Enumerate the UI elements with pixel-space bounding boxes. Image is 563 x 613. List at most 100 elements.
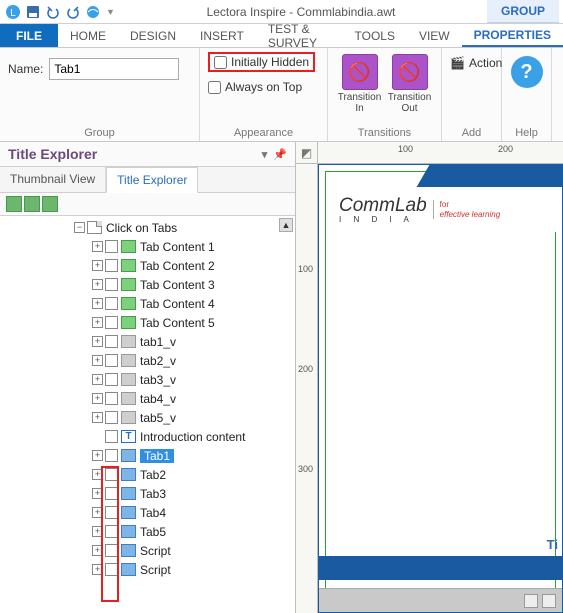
tab-insert[interactable]: INSERT xyxy=(188,24,256,47)
tree-item[interactable]: +Tab Content 2 xyxy=(2,256,295,275)
grpx-icon xyxy=(121,544,136,557)
transition-in-button[interactable]: 🚫 Transition In xyxy=(338,54,382,114)
transition-out-button[interactable]: 🚫 Transition Out xyxy=(388,54,432,114)
nav-prev-icon[interactable] xyxy=(524,594,538,608)
expand-icon[interactable]: + xyxy=(92,317,103,328)
collapse-icon[interactable]: − xyxy=(74,222,85,233)
pin-icon[interactable]: 📌 xyxy=(273,148,287,161)
tab-design[interactable]: DESIGN xyxy=(118,24,188,47)
always-on-top-checkbox[interactable] xyxy=(208,81,221,94)
page-canvas[interactable]: CommLab I N D I A for effective learning… xyxy=(318,164,563,613)
initially-hidden-checkbox[interactable] xyxy=(214,56,227,69)
tree-item[interactable]: TIntroduction content xyxy=(2,427,295,446)
add-section-label: Add xyxy=(450,125,493,139)
tree-page-node[interactable]: − Click on Tabs xyxy=(2,218,295,237)
tree-item[interactable]: +tab3_v xyxy=(2,370,295,389)
undo-icon[interactable] xyxy=(44,3,62,21)
name-input[interactable] xyxy=(49,58,179,80)
visibility-checkbox[interactable] xyxy=(105,525,118,538)
title-explorer-panel: Title Explorer ▾ 📌 Thumbnail View Title … xyxy=(0,142,296,613)
expand-icon[interactable]: + xyxy=(92,298,103,309)
expand-icon[interactable]: + xyxy=(92,374,103,385)
tree-item-label: tab2_v xyxy=(140,354,176,368)
logo-text: CommLab xyxy=(339,195,427,217)
tree-item[interactable]: + Tab Content 4 xyxy=(2,294,295,313)
expand-icon[interactable]: + xyxy=(92,393,103,404)
tree-view[interactable]: ▲ − Click on Tabs +Tab Content 1+Tab Con… xyxy=(0,215,295,613)
visibility-checkbox[interactable] xyxy=(105,544,118,557)
expand-icon[interactable]: + xyxy=(92,241,103,252)
expand-icon[interactable]: + xyxy=(92,545,103,556)
visibility-checkbox[interactable] xyxy=(105,506,118,519)
expand-icon[interactable]: + xyxy=(92,412,103,423)
expand-icon[interactable]: + xyxy=(92,336,103,347)
collapse-all-icon[interactable] xyxy=(24,196,40,212)
thumbnail-view-tab[interactable]: Thumbnail View xyxy=(0,167,106,193)
tree-item[interactable]: +Tab2 xyxy=(2,465,295,484)
scroll-up-icon[interactable]: ▲ xyxy=(279,218,293,232)
tab-view[interactable]: VIEW xyxy=(407,24,462,47)
transition-in-icon: 🚫 xyxy=(342,54,378,90)
visibility-checkbox[interactable] xyxy=(105,563,118,576)
visibility-checkbox[interactable] xyxy=(105,449,118,462)
tree-item[interactable]: +Script xyxy=(2,560,295,579)
tab-test-survey[interactable]: TEST & SURVEY xyxy=(256,24,343,47)
tab-tools[interactable]: TOOLS xyxy=(343,24,407,47)
tree-item-label: Tab Content 4 xyxy=(140,297,215,311)
tree-item[interactable]: +tab1_v xyxy=(2,332,295,351)
visibility-checkbox[interactable] xyxy=(105,487,118,500)
expand-icon[interactable]: + xyxy=(92,526,103,537)
redo-icon[interactable] xyxy=(64,3,82,21)
qat-dropdown-icon[interactable]: ▼ xyxy=(106,7,115,17)
save-icon[interactable] xyxy=(24,3,42,21)
visibility-checkbox[interactable] xyxy=(105,468,118,481)
expand-icon[interactable]: + xyxy=(92,260,103,271)
tree-item[interactable]: +Tab Content 3 xyxy=(2,275,295,294)
tree-item[interactable]: +Script xyxy=(2,541,295,560)
visibility-checkbox[interactable] xyxy=(105,430,118,443)
visibility-checkbox[interactable] xyxy=(105,373,118,386)
panel-menu-icon[interactable]: ▾ xyxy=(262,148,268,161)
expand-icon[interactable] xyxy=(92,431,103,442)
tree-item[interactable]: + tab5_v xyxy=(2,408,295,427)
visibility-checkbox[interactable] xyxy=(105,278,118,291)
tree-item[interactable]: +Tab Content 5 xyxy=(2,313,295,332)
visibility-checkbox[interactable] xyxy=(105,335,118,348)
tab-home[interactable]: HOME xyxy=(58,24,118,47)
expand-icon[interactable]: + xyxy=(92,507,103,518)
expand-icon[interactable]: + xyxy=(92,355,103,366)
expand-icon[interactable]: + xyxy=(92,469,103,480)
visibility-checkbox[interactable] xyxy=(105,297,118,310)
filter-icon[interactable] xyxy=(42,196,58,212)
tree-item[interactable]: + tab2_v xyxy=(2,351,295,370)
visibility-checkbox[interactable] xyxy=(105,392,118,405)
visibility-checkbox[interactable] xyxy=(105,354,118,367)
visibility-checkbox[interactable] xyxy=(105,240,118,253)
tree-item[interactable]: +Tab Content 1 xyxy=(2,237,295,256)
canvas[interactable]: ◩ 100 200 100 200 300 CommLab I N D I A … xyxy=(296,142,563,613)
visibility-checkbox[interactable] xyxy=(105,316,118,329)
expand-all-icon[interactable] xyxy=(6,196,22,212)
tab-properties[interactable]: PROPERTIES xyxy=(462,24,563,47)
action-button[interactable]: 🎬 Action xyxy=(450,56,493,70)
context-tab-group[interactable]: GROUP xyxy=(487,0,559,23)
visibility-checkbox[interactable] xyxy=(105,259,118,272)
expand-icon[interactable]: + xyxy=(92,450,103,461)
preview-icon[interactable] xyxy=(84,3,102,21)
visibility-checkbox[interactable] xyxy=(105,411,118,424)
expand-icon[interactable]: + xyxy=(92,488,103,499)
svg-text:L: L xyxy=(10,8,16,19)
expand-icon[interactable]: + xyxy=(92,564,103,575)
tree-item[interactable]: +tab4_v xyxy=(2,389,295,408)
help-button[interactable]: ? xyxy=(511,56,543,88)
title-explorer-tab[interactable]: Title Explorer xyxy=(106,167,198,193)
tab-file[interactable]: FILE xyxy=(0,24,58,47)
tree-item-label: tab5_v xyxy=(140,411,176,425)
tree-item[interactable]: +Tab1 xyxy=(2,446,295,465)
tree-item[interactable]: +Tab4 xyxy=(2,503,295,522)
expand-icon[interactable]: + xyxy=(92,279,103,290)
page-icon xyxy=(87,221,102,234)
nav-next-icon[interactable] xyxy=(542,594,556,608)
tree-item[interactable]: +Tab3 xyxy=(2,484,295,503)
tree-item[interactable]: +Tab5 xyxy=(2,522,295,541)
